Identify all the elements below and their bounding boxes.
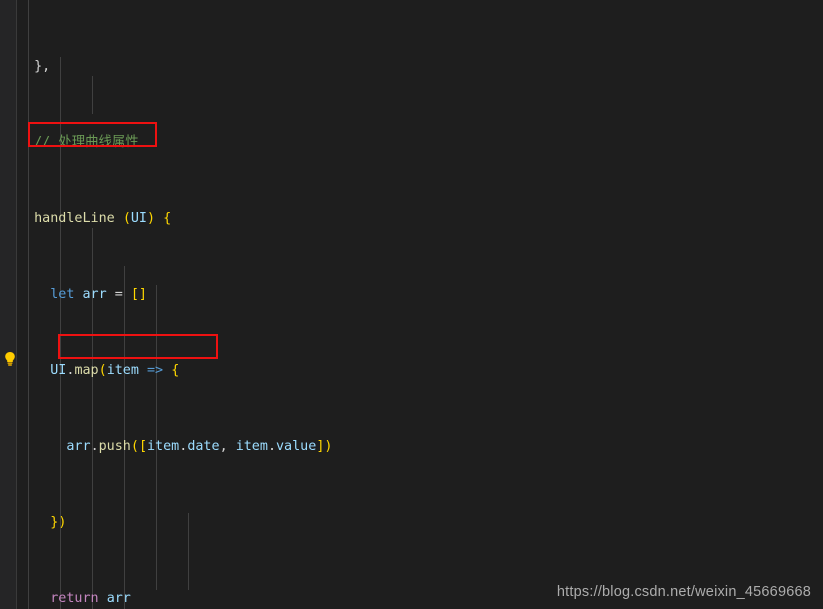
lightbulb-glyph <box>5 352 15 366</box>
watermark-url: https://blog.csdn.net/weixin_45669668 <box>556 584 811 600</box>
lightbulb-quickfix-icon[interactable] <box>3 351 17 367</box>
code-editor-window: }, // 处理曲线属性 handleLine (UI) { let arr =… <box>0 0 823 609</box>
code-line: UI.map(item => { <box>50 363 180 378</box>
code-line: let arr = [] <box>50 287 147 302</box>
code-line: // 处理曲线属性 <box>18 135 139 150</box>
code-line: arr.push([item.date, item.value]) <box>66 439 333 454</box>
code-content[interactable]: }, // 处理曲线属性 handleLine (UI) { let arr =… <box>18 0 823 609</box>
code-line: }, <box>18 59 51 74</box>
code-line: }) <box>50 515 67 530</box>
editor-gutter <box>0 0 17 609</box>
code-line: handleLine (UI) { <box>34 211 172 226</box>
